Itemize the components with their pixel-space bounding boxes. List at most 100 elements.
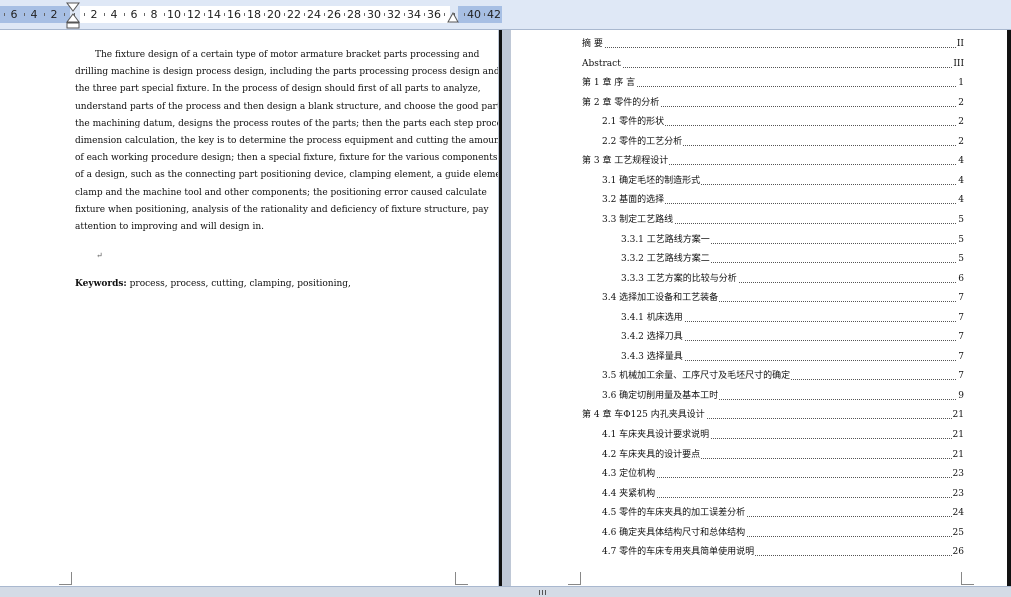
abstract-line: fixture when positioning, analysis of th… [75, 204, 489, 215]
toc-entry-page: 6 [957, 273, 964, 285]
ruler-number: 6 [130, 8, 138, 21]
toc-entry-page: 1 [957, 78, 964, 90]
first-line-indent-marker-icon[interactable] [66, 2, 80, 29]
abstract-line: The fixture design of a certain type of … [95, 50, 480, 60]
abstract-line: understand parts of the process and then… [75, 101, 498, 112]
keywords-text: process, process, cutting, clamping, pos… [129, 279, 351, 289]
right-indent-marker-icon[interactable] [447, 12, 459, 25]
toc-entry-label: 4.3 定位机构 [602, 469, 657, 481]
toc-entry-label: 3.5 机械加工余量、工序尺寸及毛坯尺寸的确定 [602, 371, 792, 383]
splitter-grip-icon[interactable] [538, 589, 548, 596]
toc-entry[interactable]: 3.3 制定工艺路线 5 [602, 214, 964, 227]
toc-entry[interactable]: 第 1 章 序 言 1 [582, 78, 964, 90]
ruler-tick [264, 13, 265, 16]
toc-entry-label: 第 1 章 序 言 [582, 78, 637, 90]
ruler-tick [284, 13, 285, 16]
ruler-tick [404, 13, 405, 16]
ruler-number: 26 [327, 8, 341, 21]
ruler-tick [84, 13, 85, 16]
toc-entry-label: 3.3.1 工艺路线方案一 [621, 234, 711, 246]
toc-entry[interactable]: 3.2 基面的选择 4 [602, 195, 964, 207]
ruler-number: 4 [110, 8, 118, 21]
page-corner-mark [455, 572, 468, 585]
toc-entry-page: 5 [957, 214, 964, 226]
page-corner-mark [59, 572, 72, 585]
ruler-tick [304, 13, 305, 16]
toc-entry-page: 7 [957, 371, 964, 383]
toc-entry[interactable]: 4.6 确定夹具体结构尺寸和总体结构 25 [602, 527, 964, 540]
toc-entry-label: 摘 要 [582, 39, 604, 50]
toc-entry-page: 7 [957, 351, 964, 363]
toc-entry[interactable]: 4.1 车床夹具设计要求说明 21 [602, 430, 964, 442]
ruler-number: 8 [150, 8, 158, 21]
toc-entry[interactable]: 第 3 章 工艺规程设计 4 [582, 156, 964, 168]
toc-entry[interactable]: 3.5 机械加工余量、工序尺寸及毛坯尺寸的确定 7 [602, 371, 964, 383]
horizontal-ruler[interactable]: 6 4 2 2 4 6 8 10 12 14 16 18 20 22 24 26 28 30 32 34 36 40 42 [0, 0, 1011, 30]
toc-entry[interactable]: 3.4.1 机床选用 7 [621, 312, 964, 325]
page-corner-mark [568, 572, 581, 585]
toc-entry-page: 5 [957, 254, 964, 266]
toc-entry-page: 7 [957, 312, 964, 324]
ruler-tick [464, 13, 465, 16]
toc-entry[interactable]: 3.4 选择加工设备和工艺装备 7 [602, 293, 964, 305]
toc-entry-page: 2 [957, 97, 964, 109]
ruler-tick [4, 13, 5, 16]
toc-entry-label: 第 3 章 工艺规程设计 [582, 156, 670, 168]
toc-entry-label: 3.6 确定切削用量及基本工时 [602, 390, 720, 402]
toc-entry[interactable]: Abstract III [582, 58, 964, 71]
toc-entry[interactable]: 4.4 夹紧机构 23 [602, 488, 964, 501]
page-corner-mark [961, 572, 974, 585]
ruler-number: 22 [287, 8, 301, 21]
toc-entry[interactable]: 4.2 车床夹具的设计要点 21 [602, 449, 964, 462]
toc-entry[interactable]: 摘 要 II [582, 39, 964, 51]
toc-entry[interactable]: 3.1 确定毛坯的制造形式 4 [602, 175, 964, 188]
ruler-tick [244, 13, 245, 16]
toc-entry[interactable]: 4.7 零件的车床专用夹具简单使用说明 26 [602, 547, 964, 559]
ruler-tick [64, 13, 65, 16]
toc-entry-label: 4.4 夹紧机构 [602, 488, 657, 500]
toc-leader-dots [602, 477, 964, 479]
abstract-line: the three part special fixture. In the p… [75, 84, 481, 95]
toc-entry-label: 4.7 零件的车床专用夹具简单使用说明 [602, 547, 756, 559]
toc-entry-label: 4.2 车床夹具的设计要点 [602, 449, 702, 461]
page-edge [1007, 30, 1011, 586]
toc-entry[interactable]: 3.4.2 选择刀具 7 [621, 332, 964, 344]
ruler-tick [124, 13, 125, 16]
empty-paragraph-mark: ↵ [96, 251, 103, 260]
toc-entry-page: 7 [957, 332, 964, 344]
toc-entry-label: 3.3.2 工艺路线方案二 [621, 254, 711, 266]
toc-entry[interactable]: 2.2 零件的工艺分析 2 [602, 136, 964, 149]
toc-entry-page: 23 [951, 469, 964, 481]
toc-entry[interactable]: 3.4.3 选择量具 7 [621, 351, 964, 364]
toc-entry[interactable]: 2.1 零件的形状 2 [602, 117, 964, 129]
toc-entry-label: 第 2 章 零件的分析 [582, 97, 661, 109]
toc-entry[interactable]: 3.6 确定切削用量及基本工时 9 [602, 390, 964, 403]
toc-entry-page: 23 [951, 488, 964, 500]
toc-entry[interactable]: 3.3.2 工艺路线方案二 5 [621, 254, 964, 266]
toc-entry-label: 3.3 制定工艺路线 [602, 214, 675, 226]
toc-entry[interactable]: 第 4 章 车Φ125 内孔夹具设计 21 [582, 410, 964, 422]
toc-entry-page: 4 [957, 195, 964, 207]
ruler-tick [384, 13, 385, 16]
toc-entry[interactable]: 4.3 定位机构 23 [602, 469, 964, 481]
ruler-number: 34 [407, 8, 421, 21]
toc-entry-label: 第 4 章 车Φ125 内孔夹具设计 [582, 410, 706, 422]
toc-leader-dots [582, 47, 964, 48]
toc-entry-label: Abstract [582, 58, 622, 70]
toc-leader-dots [582, 86, 964, 88]
toc-entry[interactable]: 3.3.3 工艺方案的比较与分析 6 [621, 273, 964, 286]
toc-entry[interactable]: 3.3.1 工艺路线方案一 5 [621, 234, 964, 247]
keywords-label: Keywords: [75, 279, 127, 289]
abstract-line: dimension calculation, the key is to det… [75, 136, 498, 146]
abstract-line: of each working procedure design; then a… [75, 153, 498, 164]
toc-entry-label: 4.5 零件的车床夹具的加工误差分析 [602, 508, 747, 520]
toc-entry[interactable]: 4.5 零件的车床夹具的加工误差分析 24 [602, 508, 964, 520]
toc-entry-label: 3.4.3 选择量具 [621, 351, 684, 363]
toc-entry-page: II [955, 39, 964, 50]
toc-entry-page: 4 [957, 175, 964, 187]
toc-entry-page: 2 [957, 117, 964, 129]
page-right: 摘 要 II Abstract III 第 1 章 序 言1第 2 章 零件的分析 2 2.… [511, 30, 1007, 586]
page-left: The fixture design of a certain type of … [0, 30, 498, 586]
toc-entry[interactable]: 第 2 章 零件的分析 2 [582, 97, 964, 110]
ruler-tick [204, 13, 205, 16]
